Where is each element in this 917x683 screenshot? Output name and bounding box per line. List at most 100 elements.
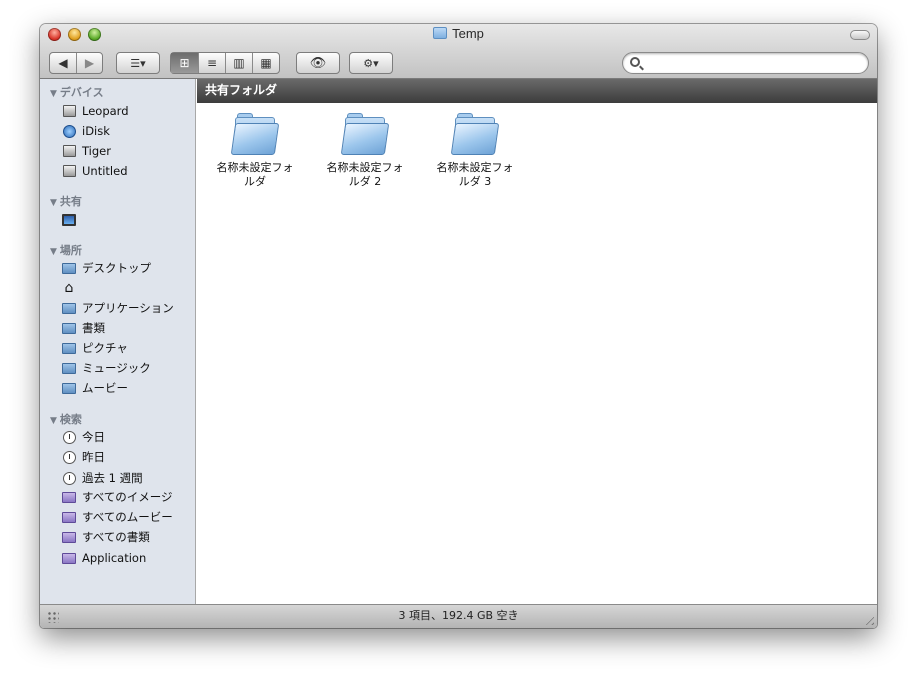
sidebar: ▼ デバイス Leopard iDisk Tiger Untitled ▼ 共有 ▼… bbox=[40, 79, 196, 604]
folder-icon bbox=[433, 27, 448, 39]
sidebar-section-shared[interactable]: ▼ 共有 bbox=[50, 193, 82, 209]
pictures-folder-icon bbox=[62, 342, 76, 354]
music-folder-icon bbox=[62, 362, 76, 374]
hard-drive-icon bbox=[62, 145, 76, 157]
smart-folder-icon bbox=[62, 491, 76, 503]
window-title: Temp bbox=[452, 26, 484, 41]
sidebar-item-leopard[interactable]: Leopard bbox=[62, 102, 129, 120]
sidebar-item-label: ミュージック bbox=[82, 361, 151, 375]
monitor-icon bbox=[62, 214, 76, 226]
sidebar-item-yesterday[interactable]: 昨日 bbox=[62, 448, 105, 466]
sidebar-item-label: Untitled bbox=[82, 164, 128, 178]
sidebar-item-label: Leopard bbox=[82, 104, 129, 118]
sidebar-item-today[interactable]: 今日 bbox=[62, 428, 105, 446]
sidebar-item-pictures[interactable]: ピクチャ bbox=[62, 339, 128, 357]
sidebar-item-label: アプリケーション bbox=[82, 301, 174, 315]
file-name-line1: 名称未設定フォ bbox=[216, 161, 294, 174]
sidebar-item-label: Application bbox=[82, 551, 147, 565]
status-bar: 3 項目、192.4 GB 空き bbox=[40, 604, 877, 628]
file-name-line2: ルダ 2 bbox=[348, 175, 382, 188]
sidebar-section-search[interactable]: ▼ 検索 bbox=[50, 411, 82, 427]
search-icon bbox=[630, 57, 640, 67]
sidebar-item-past-week[interactable]: 過去 1 週間 bbox=[62, 469, 143, 487]
list-view-button[interactable]: ≡ bbox=[198, 53, 225, 73]
desktop-folder-icon bbox=[62, 262, 76, 274]
file-name-line2: ルダ 3 bbox=[458, 175, 492, 188]
clock-icon bbox=[62, 471, 76, 485]
hard-drive-icon bbox=[62, 105, 76, 117]
sidebar-item-label: ムービー bbox=[82, 381, 128, 395]
sidebar-item-label: ピクチャ bbox=[82, 341, 128, 355]
sidebar-item-label: 過去 1 週間 bbox=[82, 471, 143, 485]
section-header-label: 共有 bbox=[59, 195, 82, 208]
search-field[interactable] bbox=[622, 52, 869, 74]
sidebar-item-label: デスクトップ bbox=[82, 261, 151, 275]
sidebar-item-untitled[interactable]: Untitled bbox=[62, 162, 128, 180]
sidebar-section-places[interactable]: ▼ 場所 bbox=[50, 242, 82, 258]
sidebar-item-home[interactable]: ⌂ bbox=[62, 279, 82, 297]
arrange-button[interactable]: ☰▾ bbox=[116, 52, 160, 74]
sidebar-item-label: すべての書類 bbox=[82, 530, 150, 544]
column-view-button[interactable]: ▥ bbox=[225, 53, 252, 73]
window-resize-handle-icon[interactable] bbox=[862, 613, 874, 625]
sidebar-item-all-movies[interactable]: すべてのムービー bbox=[62, 508, 173, 526]
sidebar-item-application[interactable]: Application bbox=[62, 549, 146, 567]
sidebar-item-label: 今日 bbox=[82, 430, 105, 444]
folder-icon bbox=[340, 113, 390, 157]
toolbar-toggle-button[interactable] bbox=[850, 30, 870, 40]
icon-view-button[interactable]: ⊞ bbox=[171, 53, 198, 73]
clock-icon bbox=[62, 450, 76, 464]
toolbar: Temp ◀ ▶ ☰▾ ⊞ ≡ ▥ ▦ 👁 ⚙▾ bbox=[40, 24, 877, 79]
movies-folder-icon bbox=[62, 382, 76, 394]
section-header-label: 検索 bbox=[59, 413, 82, 426]
sidebar-item-label: すべてのイメージ bbox=[82, 490, 173, 504]
folder-item[interactable]: 名称未設定フォ ルダ bbox=[205, 113, 305, 189]
clock-icon bbox=[62, 430, 76, 444]
finder-window: Temp ◀ ▶ ☰▾ ⊞ ≡ ▥ ▦ 👁 ⚙▾ ▼ デバイス Leopard i… bbox=[40, 24, 877, 628]
sidebar-item-all-documents[interactable]: すべての書類 bbox=[62, 528, 150, 546]
title-bar: Temp bbox=[40, 26, 877, 44]
section-header-label: デバイス bbox=[59, 86, 104, 99]
folder-item[interactable]: 名称未設定フォ ルダ 3 bbox=[425, 113, 525, 189]
disclosure-triangle-icon[interactable]: ▼ bbox=[50, 247, 57, 257]
sidebar-item-music[interactable]: ミュージック bbox=[62, 359, 151, 377]
coverflow-view-button[interactable]: ▦ bbox=[252, 53, 279, 73]
documents-folder-icon bbox=[62, 322, 76, 334]
smart-folder-icon bbox=[62, 511, 76, 523]
folder-icon bbox=[450, 113, 500, 157]
sidebar-item-shared-computer[interactable] bbox=[62, 211, 82, 229]
quicklook-button[interactable]: 👁 bbox=[296, 52, 340, 74]
smart-folder-icon bbox=[62, 552, 76, 564]
file-name-line1: 名称未設定フォ bbox=[326, 161, 404, 174]
forward-button[interactable]: ▶ bbox=[76, 53, 102, 73]
file-browser: 共有フォルダ 名称未設定フォ ルダ 名称未設定フォ ルダ 2 名称未設定フォ ル… bbox=[197, 79, 877, 604]
folder-item[interactable]: 名称未設定フォ ルダ 2 bbox=[315, 113, 415, 189]
nav-back-forward: ◀ ▶ bbox=[49, 52, 103, 74]
folder-icon bbox=[230, 113, 280, 157]
sidebar-item-all-images[interactable]: すべてのイメージ bbox=[62, 488, 173, 506]
action-button[interactable]: ⚙▾ bbox=[349, 52, 393, 74]
sidebar-item-idisk[interactable]: iDisk bbox=[62, 122, 110, 140]
smart-folder-icon bbox=[62, 531, 76, 543]
sidebar-section-devices[interactable]: ▼ デバイス bbox=[50, 84, 104, 100]
sidebar-item-tiger[interactable]: Tiger bbox=[62, 142, 111, 160]
sidebar-item-documents[interactable]: 書類 bbox=[62, 319, 105, 337]
applications-folder-icon bbox=[62, 302, 76, 314]
sidebar-item-applications[interactable]: アプリケーション bbox=[62, 299, 174, 317]
status-text: 3 項目、192.4 GB 空き bbox=[398, 609, 519, 622]
sidebar-item-movies[interactable]: ムービー bbox=[62, 379, 128, 397]
sidebar-item-desktop[interactable]: デスクトップ bbox=[62, 259, 151, 277]
hard-drive-icon bbox=[62, 165, 76, 177]
sidebar-item-label: すべてのムービー bbox=[82, 510, 173, 524]
section-header-label: 場所 bbox=[59, 244, 82, 257]
disclosure-triangle-icon[interactable]: ▼ bbox=[50, 416, 57, 426]
idisk-icon bbox=[62, 124, 76, 138]
sidebar-item-label: 書類 bbox=[82, 321, 105, 335]
disclosure-triangle-icon[interactable]: ▼ bbox=[50, 198, 57, 208]
sidebar-item-label: 昨日 bbox=[82, 450, 105, 464]
sidebar-resize-grip-icon[interactable] bbox=[47, 611, 59, 623]
path-title: 共有フォルダ bbox=[197, 79, 877, 103]
back-button[interactable]: ◀ bbox=[50, 53, 76, 73]
file-name-line2: ルダ bbox=[244, 175, 266, 188]
disclosure-triangle-icon[interactable]: ▼ bbox=[50, 89, 57, 99]
